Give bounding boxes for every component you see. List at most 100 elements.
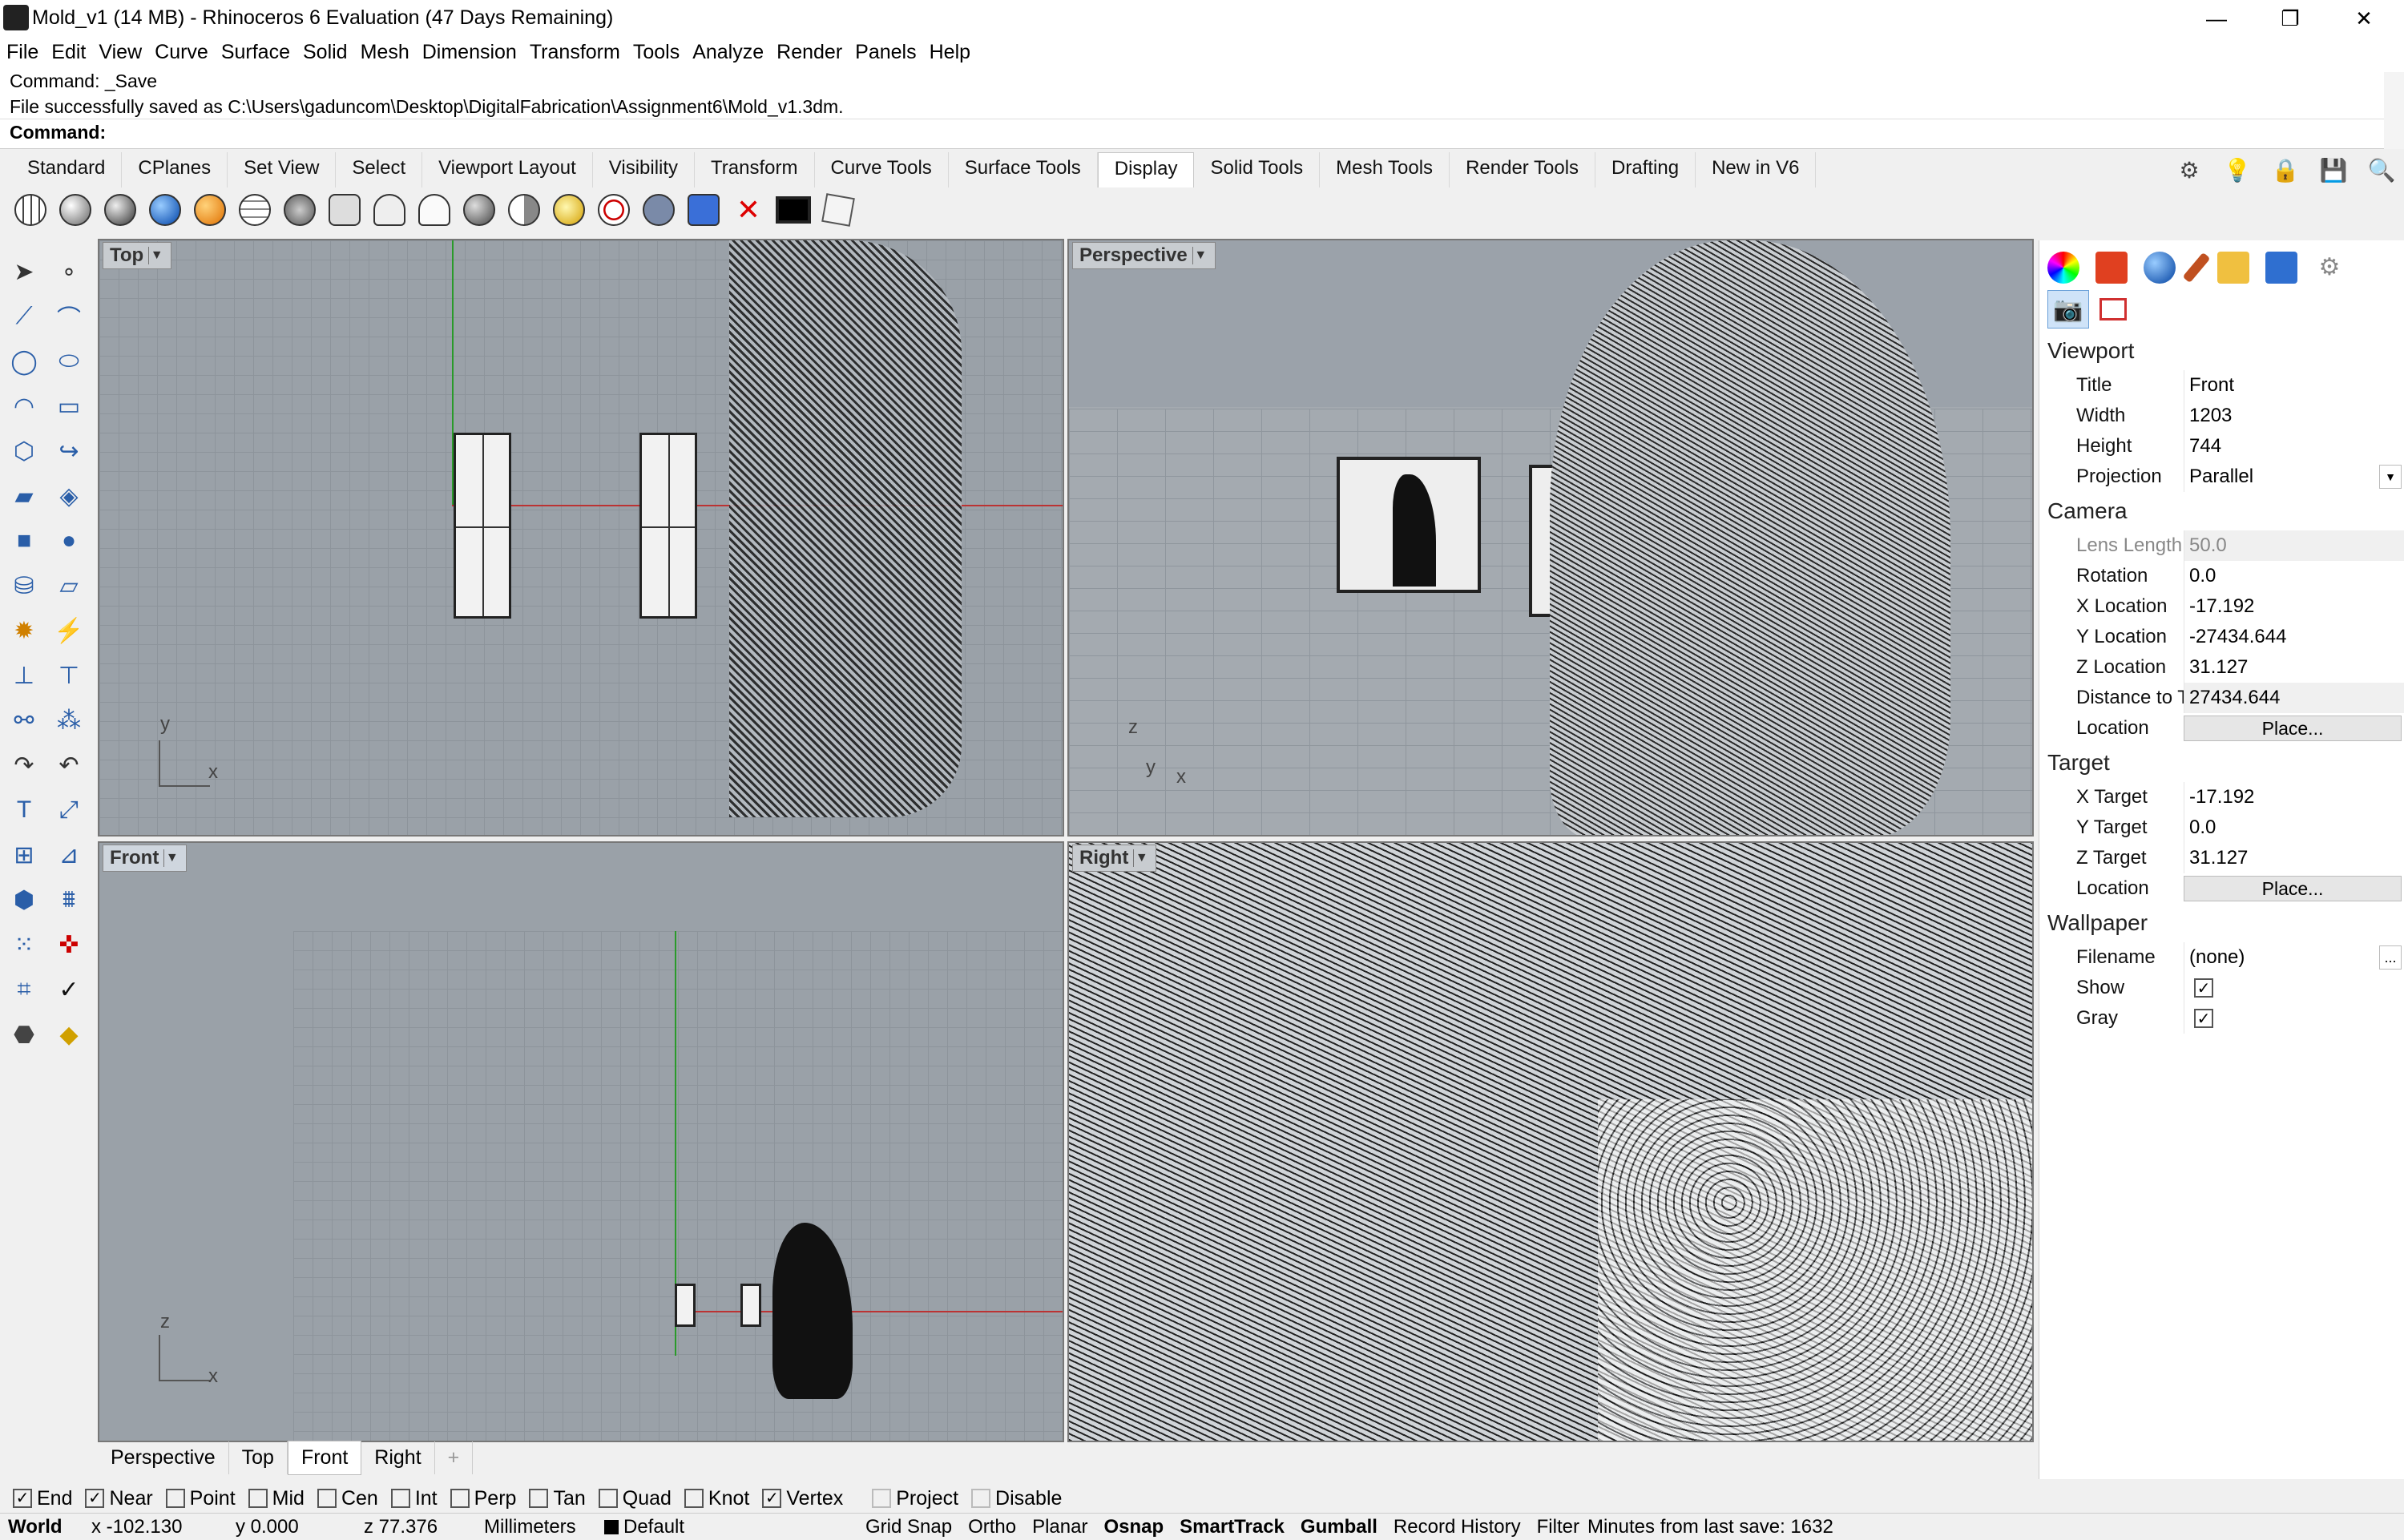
grid-snap-toggle[interactable]: Grid Snap (857, 1516, 960, 1538)
viewport-perspective[interactable]: Perspective ▼ z y x (1067, 239, 2034, 837)
loft-icon[interactable]: ◈ (48, 476, 90, 516)
select-arrow-icon[interactable]: ➤ (3, 252, 45, 292)
zoom-selected-icon[interactable] (684, 191, 723, 229)
tab-set-view[interactable]: Set View (228, 152, 337, 187)
cplane-icon[interactable] (595, 191, 633, 229)
lock-icon[interactable]: 🔒 (2268, 152, 2303, 187)
explode-icon[interactable]: ⁂ (48, 700, 90, 740)
distance-field[interactable]: 27434.644 (2184, 683, 2404, 713)
layout-icon[interactable]: ⩩ (48, 880, 90, 920)
osnap-project[interactable]: Project (872, 1487, 958, 1510)
polyline-icon[interactable]: ⟋ (3, 296, 45, 337)
fillet-icon[interactable]: ↷ (3, 745, 45, 785)
dropdown-arrow-icon[interactable]: ▼ (163, 849, 179, 867)
filter-toggle[interactable]: Filter (1529, 1516, 1587, 1538)
ghosted-icon[interactable] (236, 191, 274, 229)
osnap-checkbox[interactable]: ✓ (13, 1489, 32, 1508)
rotation-field[interactable]: 0.0 (2184, 561, 2404, 591)
cylinder-icon[interactable]: ⛁ (3, 566, 45, 606)
osnap-knot[interactable]: Knot (684, 1487, 749, 1510)
point-icon[interactable]: ∘ (48, 252, 90, 292)
sphere-solid-icon[interactable]: ● (48, 521, 90, 561)
settings-gear-icon[interactable]: ⚙ (2172, 152, 2207, 187)
menu-render[interactable]: Render (770, 41, 849, 64)
gray-checkbox[interactable]: ✓ (2194, 1009, 2213, 1028)
materials-icon[interactable] (2144, 252, 2176, 284)
tab-curve-tools[interactable]: Curve Tools (815, 152, 949, 187)
projection-select[interactable]: Parallel ▼ (2184, 462, 2404, 492)
osnap-checkbox[interactable] (165, 1489, 185, 1508)
viewport-front[interactable]: Front ▼ z x (98, 841, 1064, 1442)
tab-new-in-v6[interactable]: New in V6 (1696, 152, 1817, 187)
osnap-checkbox[interactable] (529, 1489, 549, 1508)
menu-file[interactable]: File (0, 41, 45, 64)
tab-cplanes[interactable]: CPlanes (122, 152, 228, 187)
minimize-button[interactable]: — (2180, 0, 2253, 37)
osnap-disable[interactable]: Disable (971, 1487, 1062, 1510)
block-icon[interactable]: ⬢ (3, 880, 45, 920)
viewport-title-top[interactable]: Top ▼ (103, 242, 172, 269)
osnap-checkbox[interactable] (684, 1489, 704, 1508)
viewport-tab-right[interactable]: Right (361, 1441, 435, 1474)
gumball-toggle[interactable]: Gumball (1293, 1516, 1386, 1538)
split-icon[interactable]: ⊤ (48, 655, 90, 695)
tab-select[interactable]: Select (336, 152, 423, 187)
render-icon[interactable]: ⚡ (48, 611, 90, 651)
restore-button[interactable]: ❐ (2253, 0, 2327, 37)
panel-gear-icon[interactable]: ⚙ (2313, 252, 2346, 284)
menu-tools[interactable]: Tools (627, 41, 686, 64)
osnap-checkbox[interactable] (872, 1489, 892, 1508)
osnap-tan[interactable]: Tan (529, 1487, 586, 1510)
osnap-near[interactable]: ✓ Near (85, 1487, 153, 1510)
menu-view[interactable]: View (92, 41, 148, 64)
object-properties-icon[interactable]: ⬣ (3, 1014, 45, 1054)
command-scrollbar[interactable] (2384, 72, 2404, 149)
zoom-window-icon[interactable]: 🔍 (2364, 152, 2399, 187)
menu-panels[interactable]: Panels (849, 41, 922, 64)
polygon-icon[interactable]: ⬡ (3, 431, 45, 471)
boolean-union-icon[interactable]: ⚯ (3, 700, 45, 740)
osnap-toggle[interactable]: Osnap (1095, 1516, 1172, 1538)
fillet-curve-icon[interactable]: ↪ (48, 431, 90, 471)
save-icon[interactable]: 💾 (2316, 152, 2351, 187)
tab-drafting[interactable]: Drafting (1595, 152, 1696, 187)
x-target-field[interactable]: -17.192 (2184, 782, 2404, 812)
tab-mesh-tools[interactable]: Mesh Tools (1320, 152, 1450, 187)
camera-icon[interactable]: 📷 (2047, 290, 2089, 329)
viewport-title-front[interactable]: Front ▼ (103, 845, 188, 872)
menu-analyze[interactable]: Analyze (686, 41, 770, 64)
curve-icon[interactable]: ⌒ (48, 296, 90, 337)
box-icon[interactable] (819, 191, 857, 229)
render-preview-icon[interactable] (146, 191, 184, 229)
tab-surface-tools[interactable]: Surface Tools (949, 152, 1098, 187)
viewport-top[interactable]: Top ▼ y x (98, 239, 1064, 837)
tab-standard[interactable]: Standard (11, 152, 123, 187)
color-wheel-icon[interactable] (2047, 252, 2079, 284)
close-button[interactable]: ✕ (2327, 0, 2401, 37)
monitor-icon[interactable] (774, 191, 813, 229)
viewport-tab-perspective[interactable]: Perspective (98, 1441, 229, 1474)
viewport-title-right[interactable]: Right ▼ (1072, 845, 1157, 872)
tab-viewport-layout[interactable]: Viewport Layout (422, 152, 593, 187)
osnap-quad[interactable]: Quad (598, 1487, 672, 1510)
show-checkbox[interactable]: ✓ (2194, 978, 2213, 998)
arctic-icon[interactable] (191, 191, 229, 229)
views-icon[interactable] (639, 191, 678, 229)
mesh-icon[interactable]: ✹ (3, 611, 45, 651)
osnap-checkbox[interactable] (598, 1489, 618, 1508)
height-field[interactable]: 744 (2184, 431, 2404, 462)
lightbulb-icon[interactable]: 💡 (2220, 152, 2255, 187)
viewport-right[interactable]: Right ▼ (1067, 841, 2034, 1442)
plane-surface-icon[interactable]: ▱ (48, 566, 90, 606)
menu-solid[interactable]: Solid (296, 41, 354, 64)
units-status[interactable]: Millimeters (476, 1516, 596, 1538)
command-prompt[interactable]: Command: (10, 122, 106, 143)
record-history-toggle[interactable]: Record History (1386, 1516, 1529, 1538)
arc-icon[interactable]: ◠ (3, 386, 45, 426)
browse-button[interactable]: ... (2379, 945, 2402, 970)
osnap-cen[interactable]: Cen (317, 1487, 378, 1510)
target-place-button[interactable]: Place... (2184, 876, 2402, 901)
text-icon[interactable]: T (3, 790, 45, 830)
brush-icon[interactable] (2182, 252, 2211, 284)
osnap-mid[interactable]: Mid (248, 1487, 305, 1510)
